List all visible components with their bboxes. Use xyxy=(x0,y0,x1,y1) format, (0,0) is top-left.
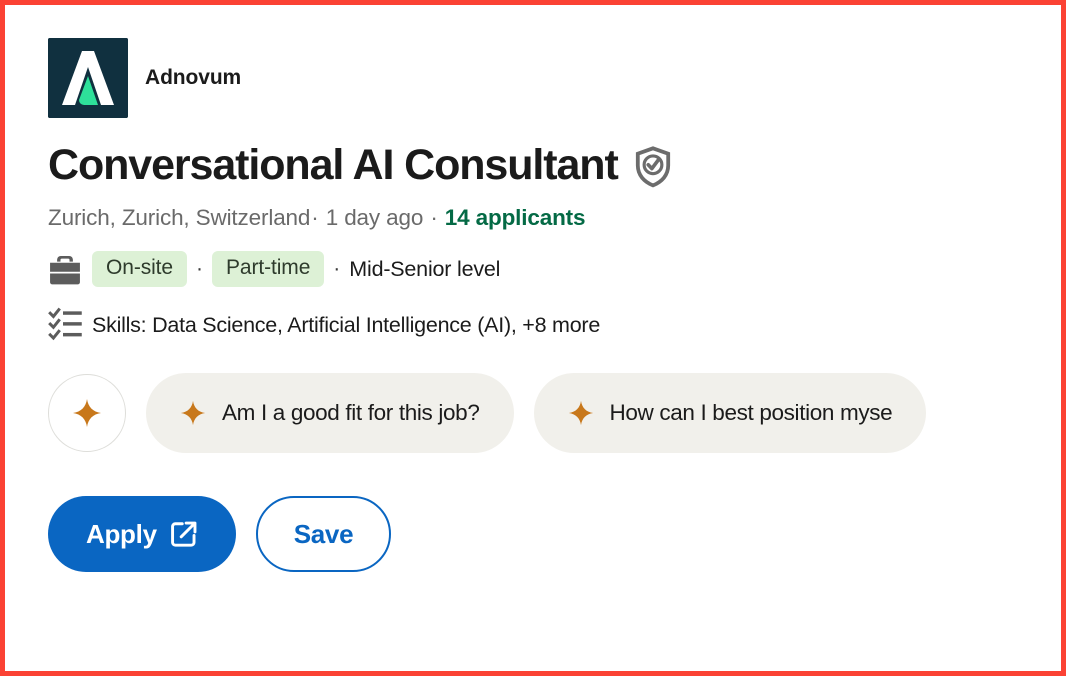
job-skills-row[interactable]: Skills: Data Science, Artificial Intelli… xyxy=(48,307,1061,343)
meta-separator-2: · xyxy=(430,205,438,231)
badge-workplace-type: On-site xyxy=(92,251,187,288)
screenshot-frame: Adnovum Conversational AI Consultant Zur… xyxy=(0,0,1066,676)
job-type-row: On-site · Part-time · Mid-Senior level xyxy=(48,251,1061,288)
job-location: Zurich, Zurich, Switzerland xyxy=(48,205,311,231)
ai-prompt-chip-1[interactable]: Am I a good fit for this job? xyxy=(146,373,514,454)
sparkle-icon xyxy=(568,401,593,426)
page-title: Conversational AI Consultant xyxy=(48,141,619,189)
job-meta-line: Zurich, Zurich, Switzerland· 1 day ago ·… xyxy=(48,205,1061,231)
ai-prompt-chip-2-label: How can I best position myse xyxy=(609,400,893,426)
ai-prompt-chip-2[interactable]: How can I best position myse xyxy=(533,373,927,454)
badge-separator: · xyxy=(196,257,203,281)
adnovum-logo[interactable] xyxy=(48,38,128,118)
company-header[interactable]: Adnovum xyxy=(48,38,1061,118)
job-details-card: Adnovum Conversational AI Consultant Zur… xyxy=(5,5,1061,573)
sparkle-icon xyxy=(73,399,101,428)
badge-employment-type: Part-time xyxy=(212,251,325,288)
experience-level: Mid-Senior level xyxy=(349,256,501,281)
ai-prompt-chip-1-label: Am I a good fit for this job? xyxy=(222,400,480,426)
external-link-icon xyxy=(170,521,197,547)
job-title-row: Conversational AI Consultant xyxy=(48,141,1061,189)
sparkle-icon xyxy=(180,401,206,426)
apply-button[interactable]: Apply xyxy=(48,496,236,573)
checklist-icon xyxy=(48,307,92,343)
meta-separator-1: · xyxy=(311,205,319,231)
level-separator: · xyxy=(333,257,341,281)
apply-button-label: Apply xyxy=(86,518,157,549)
ai-assistant-button[interactable] xyxy=(48,374,126,453)
ai-prompt-row: Am I a good fit for this job? How can I … xyxy=(48,373,1061,454)
job-skills-text: Skills: Data Science, Artificial Intelli… xyxy=(92,312,601,337)
verified-shield-icon xyxy=(635,146,670,188)
briefcase-icon xyxy=(48,254,92,285)
applicants-count: 14 applicants xyxy=(444,205,586,231)
job-posted-time: 1 day ago xyxy=(325,205,424,231)
job-actions-row: Apply Save xyxy=(48,496,1061,573)
save-button-label: Save xyxy=(293,518,354,549)
company-name: Adnovum xyxy=(145,66,242,89)
save-button[interactable]: Save xyxy=(255,496,392,573)
